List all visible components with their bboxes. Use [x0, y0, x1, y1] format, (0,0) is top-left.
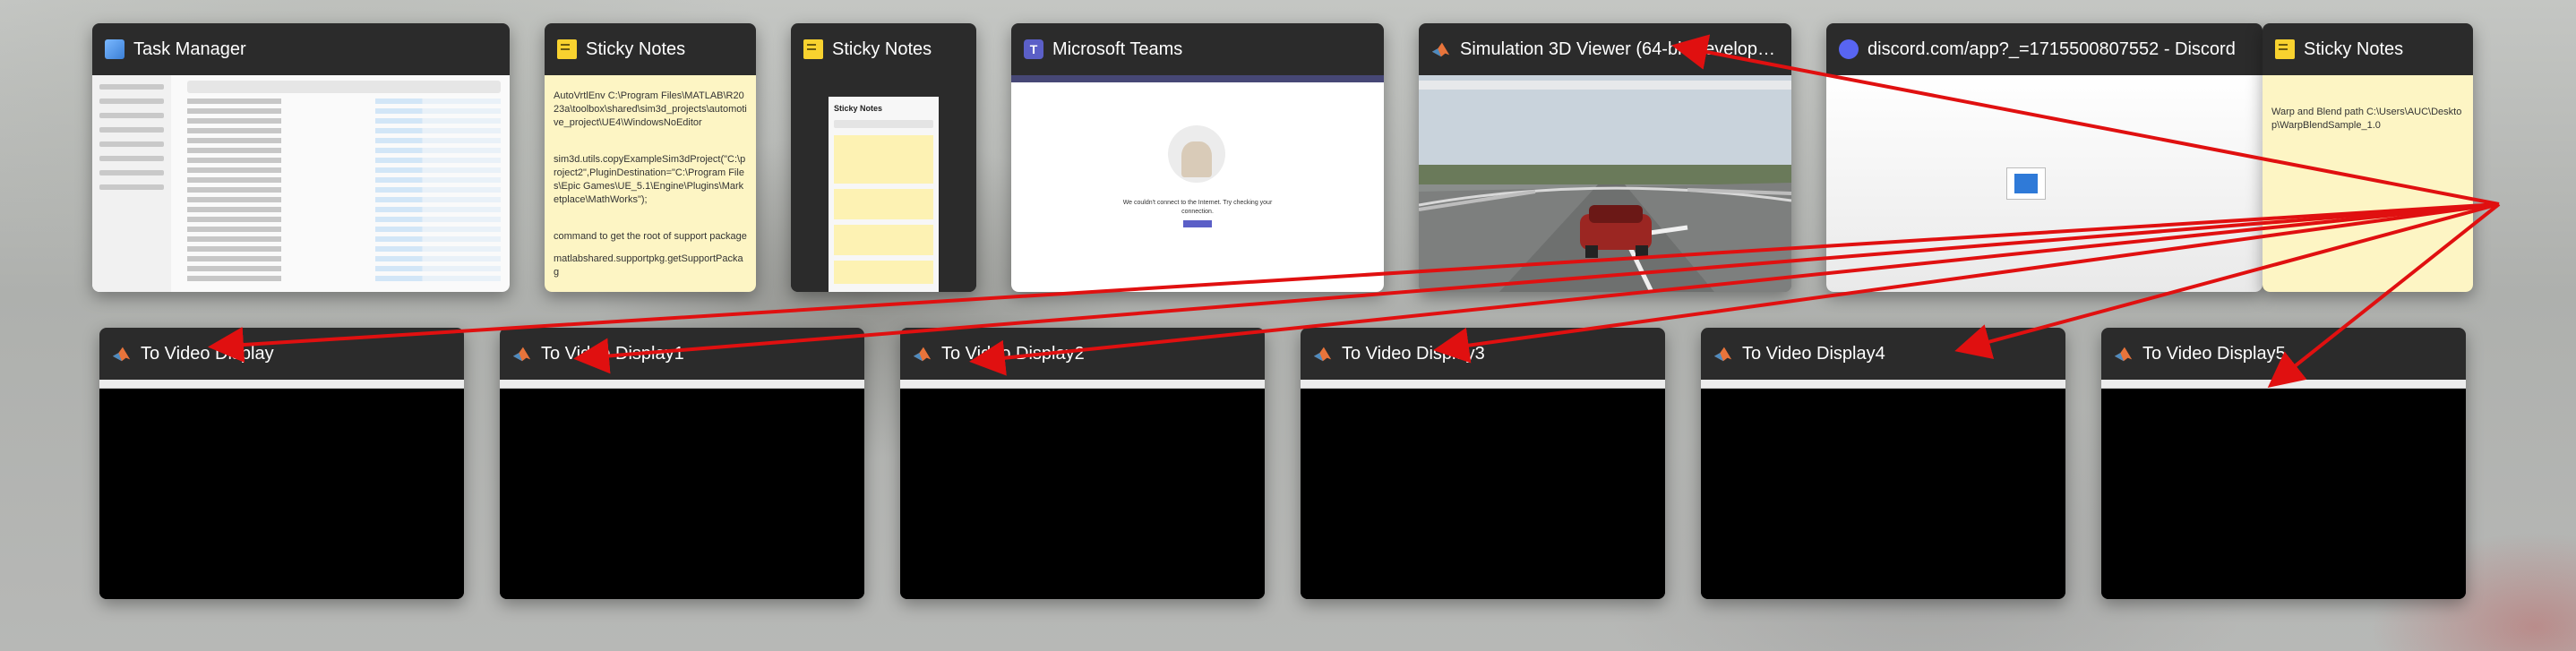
loading-logo-icon [2006, 167, 2046, 200]
offline-message: We couldn't connect to the Internet. Try… [1122, 200, 1273, 215]
video-output [1701, 380, 2065, 599]
matlab-icon [2114, 347, 2133, 362]
window-titlebar: To Video Display1 [500, 328, 864, 380]
window-titlebar: To Video Display2 [900, 328, 1265, 380]
sticky-list-title: Sticky Notes [834, 104, 883, 113]
video-output [500, 380, 864, 599]
window-titlebar: discord.com/app?_=1715500807552 - Discor… [1826, 23, 2263, 75]
window-title: To Video Display5 [2142, 343, 2286, 364]
window-titlebar: To Video Display5 [2101, 328, 2466, 380]
matlab-icon [512, 347, 531, 362]
matlab-icon [1313, 347, 1332, 362]
window-to-video-display3[interactable]: To Video Display3 [1301, 328, 1665, 599]
window-title: To Video Display [141, 343, 274, 364]
window-teams[interactable]: T Microsoft Teams We couldn't connect to… [1011, 23, 1384, 292]
matlab-icon [913, 347, 932, 362]
window-title: discord.com/app?_=1715500807552 - Discor… [1868, 39, 2236, 59]
sticky-notes-icon [557, 39, 577, 59]
window-thumbnail [1826, 75, 2263, 292]
window-titlebar: Sticky Notes [791, 23, 976, 75]
window-title: To Video Display4 [1742, 343, 1885, 364]
window-discord[interactable]: discord.com/app?_=1715500807552 - Discor… [1826, 23, 2263, 292]
window-title: To Video Display1 [541, 343, 684, 364]
note-content: AutoVrtlEnv C:\Program Files\MATLAB\R202… [545, 75, 756, 292]
simulation-scene [1419, 75, 1791, 292]
window-to-video-display2[interactable]: To Video Display2 [900, 328, 1265, 599]
video-output [1301, 380, 1665, 599]
window-titlebar: To Video Display4 [1701, 328, 2065, 380]
window-title: Sticky Notes [586, 39, 686, 59]
window-titlebar: Sticky Notes [545, 23, 756, 75]
note-line: command to get the root of support packa… [554, 231, 747, 242]
window-to-video-display[interactable]: To Video Display [99, 328, 464, 599]
video-output [2101, 380, 2466, 599]
window-simulation-3d-viewer[interactable]: Simulation 3D Viewer (64-bit Developme..… [1419, 23, 1791, 292]
window-thumbnail [92, 75, 510, 292]
window-title: Simulation 3D Viewer (64-bit Developme..… [1460, 39, 1779, 59]
window-thumbnail: Sticky Notes [791, 75, 976, 292]
matlab-icon [1713, 347, 1732, 362]
task-manager-icon [105, 39, 125, 59]
window-sticky-notes-2[interactable]: Sticky Notes Sticky Notes [791, 23, 976, 292]
note-line: AutoVrtlEnv C:\Program Files\MATLAB\R202… [554, 90, 747, 128]
window-sticky-notes-1[interactable]: Sticky Notes AutoVrtlEnv C:\Program File… [545, 23, 756, 292]
window-title: Sticky Notes [2304, 39, 2404, 59]
matlab-icon [1431, 42, 1450, 57]
video-output [900, 380, 1265, 599]
note-line: sim3d.utils.copyExampleSim3dProject("C:\… [554, 154, 746, 205]
window-titlebar: To Video Display3 [1301, 328, 1665, 380]
teams-icon: T [1024, 39, 1043, 59]
window-to-video-display5[interactable]: To Video Display5 [2101, 328, 2466, 599]
window-titlebar: Simulation 3D Viewer (64-bit Developme..… [1419, 23, 1791, 75]
matlab-icon [112, 347, 131, 362]
window-title: Sticky Notes [832, 39, 932, 59]
retry-button [1183, 220, 1212, 227]
sticky-notes-icon [803, 39, 823, 59]
window-title: To Video Display2 [941, 343, 1085, 364]
window-title: Task Manager [133, 39, 246, 59]
discord-icon [1839, 39, 1859, 59]
window-title: Microsoft Teams [1052, 39, 1183, 59]
window-sticky-notes-3[interactable]: Sticky Notes Warp and Blend path C:\User… [2263, 23, 2473, 292]
window-titlebar: T Microsoft Teams [1011, 23, 1384, 75]
note-line: Warp and Blend path C:\Users\AUC\Desktop… [2271, 107, 2462, 131]
window-thumbnail: We couldn't connect to the Internet. Try… [1011, 75, 1384, 292]
sticky-notes-icon [2275, 39, 2295, 59]
window-titlebar: Sticky Notes [2263, 23, 2473, 75]
window-titlebar: To Video Display [99, 328, 464, 380]
window-title: To Video Display3 [1342, 343, 1485, 364]
window-task-manager[interactable]: Task Manager [92, 23, 510, 292]
window-to-video-display1[interactable]: To Video Display1 [500, 328, 864, 599]
video-output [99, 380, 464, 599]
note-content: Warp and Blend path C:\Users\AUC\Desktop… [2263, 75, 2473, 292]
note-line: matlabshared.supportpkg.getSupportPackag [554, 253, 743, 278]
window-titlebar: Task Manager [92, 23, 510, 75]
window-to-video-display4[interactable]: To Video Display4 [1701, 328, 2065, 599]
